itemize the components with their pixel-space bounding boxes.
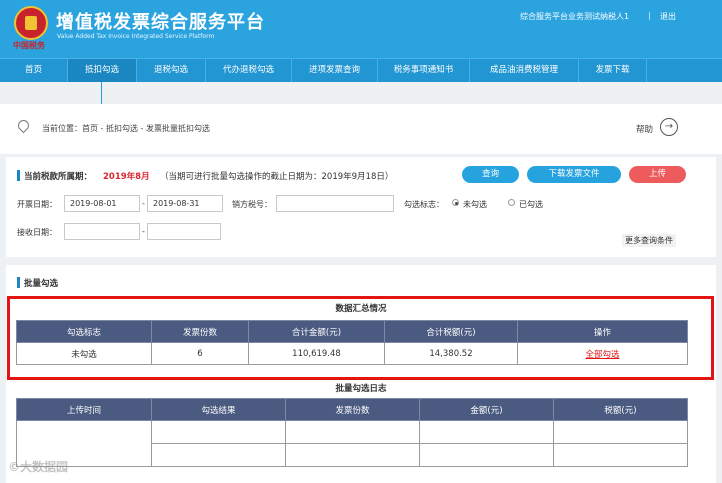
batch-section-title: 批量勾选 (24, 279, 59, 289)
nav-invoice-download[interactable]: 发票下载 (579, 59, 647, 82)
platform-subtitle: Value Added Tax Invoice Integrated Servi… (57, 33, 215, 40)
table-cell (419, 420, 554, 444)
period-note: （当期可进行批量勾选操作的截止日期为：2019年9月18日） (160, 172, 394, 182)
nav-tax-notice[interactable]: 税务事项通知书 (378, 59, 470, 82)
upload-button[interactable]: 上传 (629, 166, 686, 183)
nav-input-invoice-query[interactable]: 进项发票查询 (292, 59, 378, 82)
nav-home[interactable]: 首页 (0, 59, 68, 82)
table-cell (553, 443, 688, 467)
period-label: 当前税款所属期： (24, 172, 93, 182)
header-divider: | (648, 11, 651, 20)
section-marker (17, 277, 20, 288)
invoice-date-to-input[interactable]: 2019-08-31 (147, 195, 223, 212)
invoice-date-label: 开票日期： (17, 200, 57, 209)
query-button[interactable]: 查询 (462, 166, 519, 183)
unselected-option-label: 未勾选 (463, 200, 487, 209)
nav-refund-select[interactable]: 退税勾选 (137, 59, 206, 82)
watermark: ©大数据园 (8, 460, 69, 474)
logout-link[interactable]: 退出 (660, 11, 676, 22)
help-link[interactable]: 帮助 (636, 123, 653, 135)
nav-oil-consumption-tax[interactable]: 成品油消费税管理 (470, 59, 579, 82)
table-cell (285, 420, 420, 444)
selected-option-label: 已勾选 (519, 200, 543, 209)
date-separator: - (142, 227, 145, 236)
column-header: 税额(元) (553, 398, 688, 421)
column-header: 发票份数 (285, 398, 420, 421)
user-info: 综合服务平台业务测试纳税人1 (520, 12, 630, 21)
arrow-right-icon[interactable]: → (660, 118, 678, 136)
more-conditions-link[interactable]: 更多查询条件 (622, 234, 676, 247)
column-header: 勾选结果 (151, 398, 286, 421)
table-cell (151, 443, 286, 467)
breadcrumb: 当前位置：首页 - 抵扣勾选 - 发票批量抵扣勾选 (42, 124, 210, 133)
tax-emblem-logo (14, 6, 48, 40)
platform-title: 增值税发票综合服务平台 (56, 12, 265, 33)
table-cell (285, 443, 420, 467)
table-cell (419, 443, 554, 467)
receive-date-from-input[interactable] (64, 223, 140, 240)
date-separator: - (142, 199, 145, 208)
invoice-date-from-input[interactable]: 2019-08-01 (64, 195, 140, 212)
column-header: 上传时间 (16, 398, 152, 421)
highlight-box (7, 296, 714, 380)
period-value: 2019年8月 (103, 172, 150, 182)
unselected-radio[interactable] (452, 199, 459, 206)
seller-tax-input[interactable] (276, 195, 394, 212)
table-cell (151, 420, 286, 444)
table-row (16, 420, 688, 467)
section-marker (17, 170, 20, 181)
logo-text: 中国税务 (13, 41, 45, 50)
receive-date-label: 接收日期： (17, 228, 57, 237)
active-nav-indicator (101, 82, 102, 104)
seller-tax-label: 销方税号： (232, 200, 272, 209)
nav-deduction-select[interactable]: 抵扣勾选 (68, 59, 137, 82)
column-header: 金额(元) (419, 398, 554, 421)
log-table: 上传时间 勾选结果 发票份数 金额(元) 税额(元) (16, 398, 688, 467)
table-cell (553, 420, 688, 444)
log-caption: 批量勾选日志 (335, 384, 387, 394)
main-nav: 首页 抵扣勾选 退税勾选 代办退税勾选 进项发票查询 税务事项通知书 成品油消费… (0, 58, 722, 82)
select-flag-label: 勾选标志： (404, 200, 444, 209)
selected-radio[interactable] (508, 199, 515, 206)
receive-date-to-input[interactable] (147, 223, 221, 240)
download-invoice-file-button[interactable]: 下载发票文件 (527, 166, 621, 183)
nav-agent-refund-select[interactable]: 代办退税勾选 (206, 59, 292, 82)
